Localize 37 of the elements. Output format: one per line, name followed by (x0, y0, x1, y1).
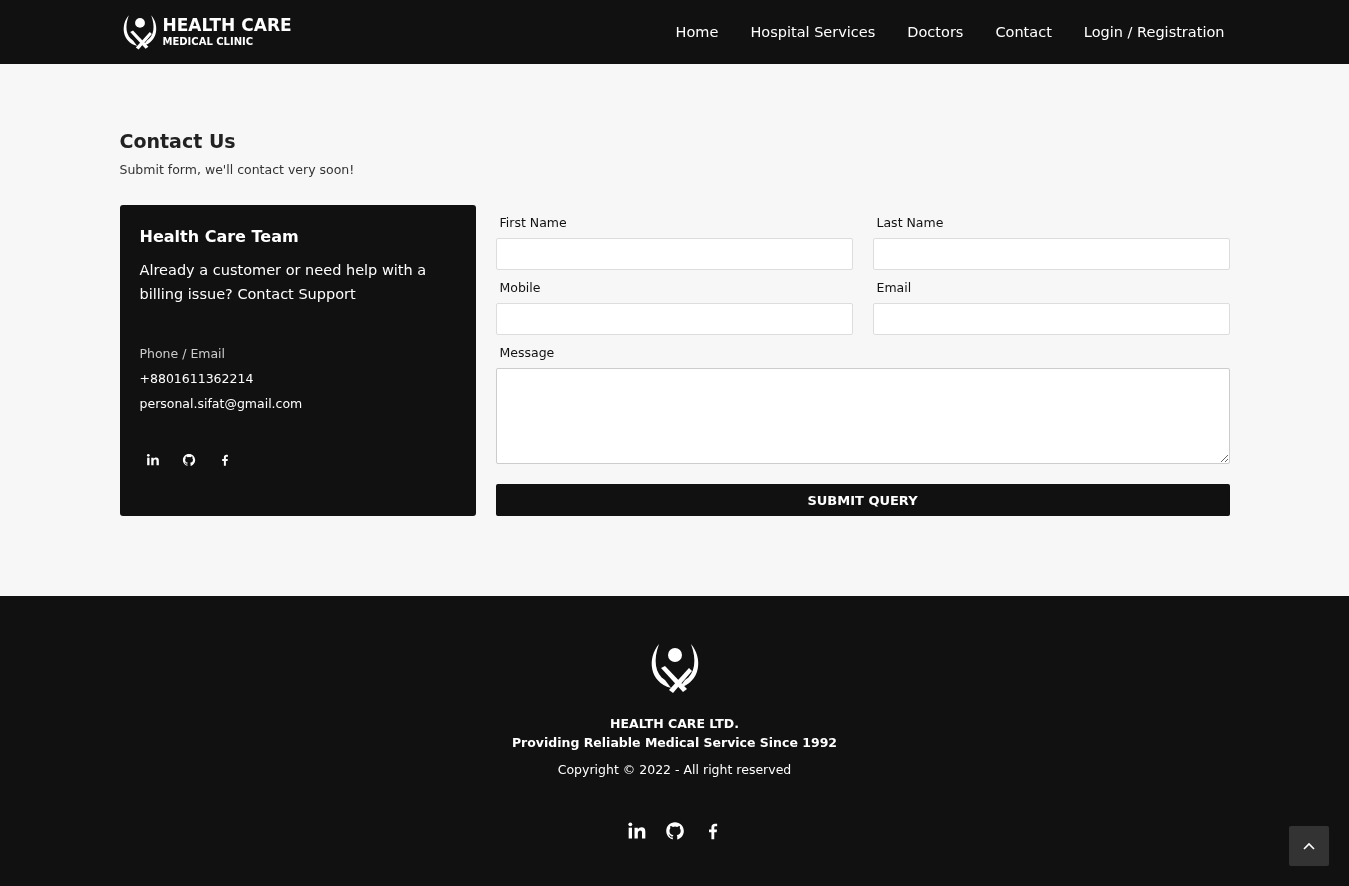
social-link[interactable] (664, 821, 685, 841)
nav-link[interactable]: Doctors (907, 24, 964, 40)
social-link[interactable] (181, 453, 196, 467)
linkedin-icon (626, 821, 647, 841)
logo-subtitle: MEDICAL CLINIC (162, 35, 255, 48)
submit-button[interactable]: SUBMIT QUERY (495, 484, 1230, 516)
input-field[interactable] (495, 238, 853, 270)
company-tagline: Providing Reliable Medical Service Since 1992 (511, 735, 838, 750)
field-label: First Name (498, 214, 568, 232)
info-label: Phone / Email (139, 346, 227, 361)
social-link[interactable] (145, 453, 160, 467)
company-name: HEALTH CARE LTD. (610, 716, 739, 731)
logo-title: HEALTH CARE (162, 16, 292, 35)
chevron-up-icon (1303, 842, 1315, 850)
field-label: Last Name (875, 214, 945, 232)
nav-link[interactable]: Home (675, 24, 719, 40)
input-field[interactable] (872, 303, 1230, 335)
field-label: Mobile (498, 279, 542, 297)
input-field[interactable] (872, 238, 1230, 270)
github-icon (181, 453, 196, 467)
nav-link[interactable]: Contact (995, 24, 1052, 40)
card-text: Already a customer or need help with a billing issue? Contact Support (139, 261, 428, 304)
field-label: Message (498, 344, 556, 362)
section-subtitle: Submit form, we'll contact very soon! (119, 162, 356, 177)
social-link[interactable] (626, 821, 647, 841)
input-field[interactable] (495, 303, 853, 335)
phone-number: +8801611362214 (139, 371, 255, 386)
message-field[interactable] (495, 368, 1230, 464)
nav-link[interactable]: Login / Registration (1083, 24, 1225, 40)
nav-link[interactable]: Hospital Services (750, 24, 876, 40)
field-label: Email (875, 279, 913, 297)
linkedin-icon (145, 453, 160, 467)
github-icon (664, 821, 685, 841)
copyright-text: Copyright © 2022 - All right reserved (557, 762, 792, 777)
email-address: personal.sifat@gmail.com (139, 396, 304, 411)
section-title: Contact Us (119, 130, 237, 152)
card-title: Health Care Team (139, 227, 300, 246)
